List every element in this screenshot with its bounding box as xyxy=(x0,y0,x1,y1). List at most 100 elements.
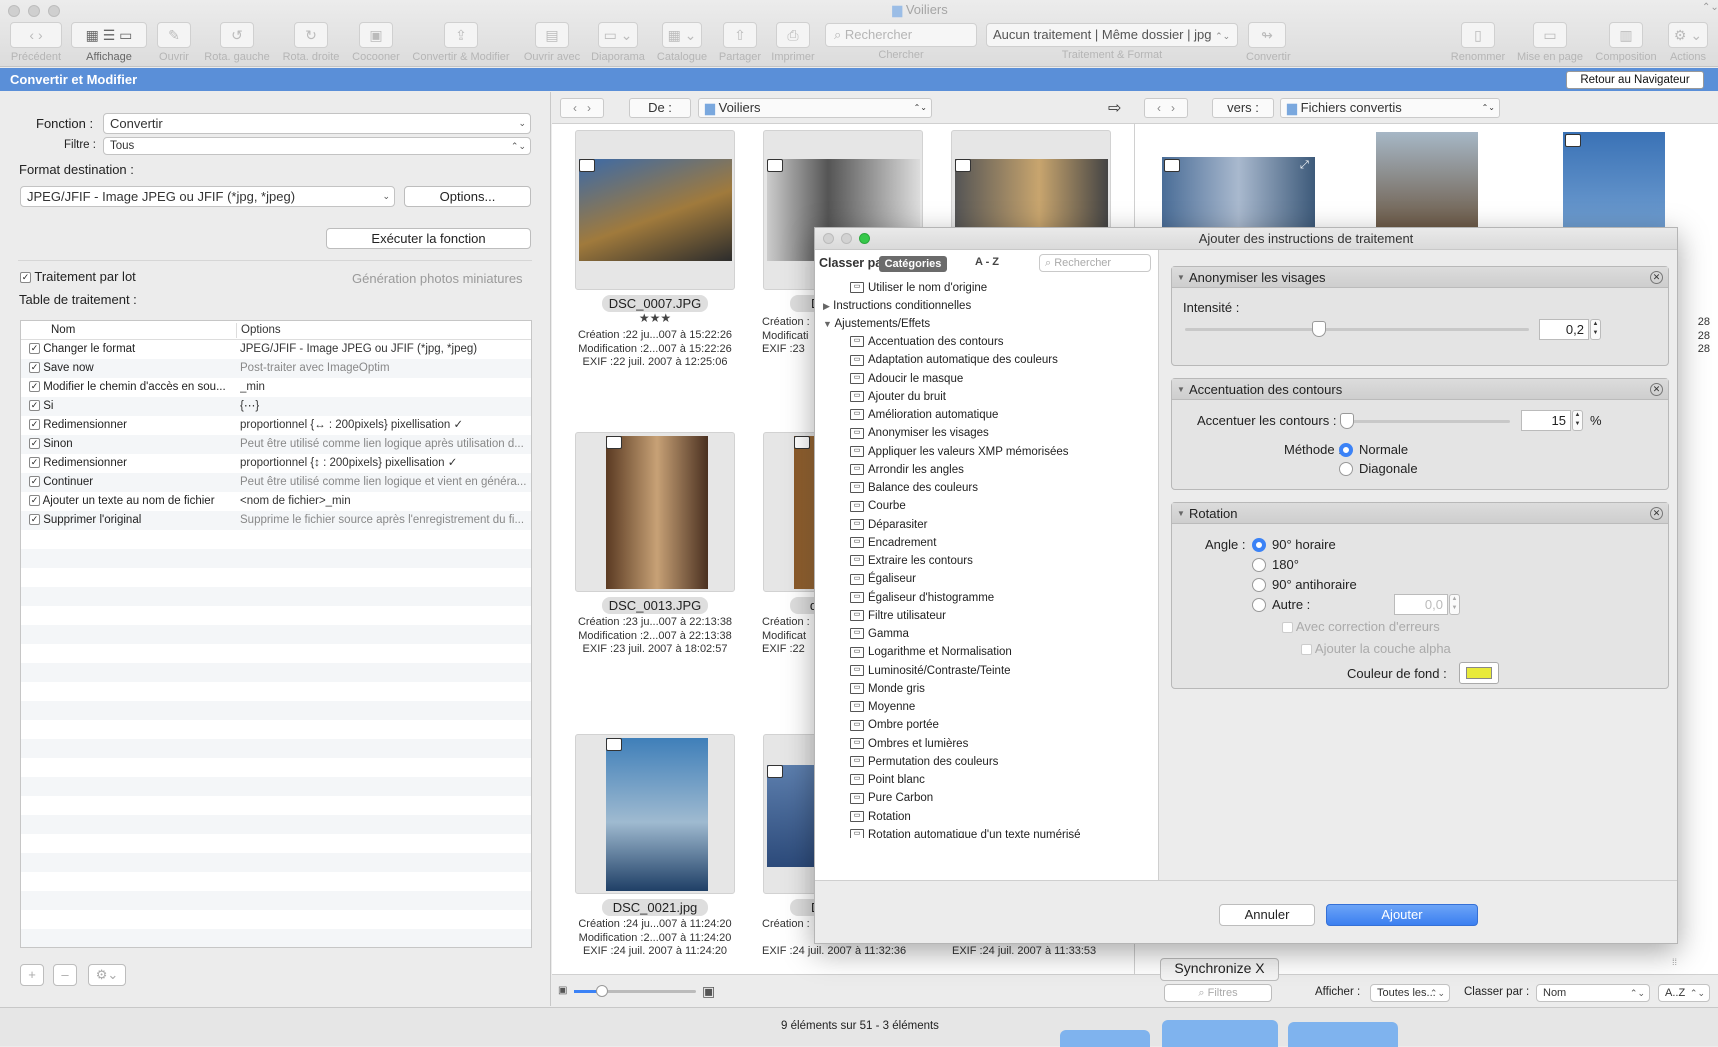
open-button[interactable]: ✎ Ouvrir xyxy=(156,22,192,63)
batch-processing-checkbox[interactable]: ✓ Traitement par lot xyxy=(20,269,136,284)
angle-90-cw-label[interactable]: 90° horaire xyxy=(1272,537,1336,552)
execute-function-button[interactable]: Exécuter la fonction xyxy=(326,228,531,249)
checkbox-checked-icon[interactable]: ✓ xyxy=(29,400,40,412)
background-color-well[interactable] xyxy=(1459,662,1499,684)
list-item[interactable]: ▭ Monde gris xyxy=(815,679,1157,699)
table-row[interactable]: ✓ Sinon Peut être utilisé comme lien logi… xyxy=(21,435,531,454)
checkbox-checked-icon[interactable]: ✓ xyxy=(29,457,40,469)
slideshow-button[interactable]: ▭ ⌄ Diaporama xyxy=(588,22,648,63)
table-actions-button[interactable]: ⚙⌄ xyxy=(88,964,126,986)
dialog-search-input[interactable]: ⌕ Rechercher xyxy=(1039,254,1151,272)
cocoon-button[interactable]: ▣ Cocooner xyxy=(348,22,404,63)
method-normal-radio[interactable] xyxy=(1339,443,1353,457)
list-item[interactable]: ▭ Adaptation automatique des couleurs xyxy=(815,350,1157,370)
collapse-toolbar-icon[interactable]: ⌃⌄ xyxy=(1702,2,1718,13)
angle-90-ccw-label[interactable]: 90° antihoraire xyxy=(1272,577,1357,592)
close-icon[interactable]: ✕ xyxy=(1650,271,1663,284)
list-item[interactable]: ▭ Permutation des couleurs xyxy=(815,752,1157,772)
page-layout-button[interactable]: ▭ Mise en page xyxy=(1512,22,1588,63)
filtre-select[interactable]: Tous ⌃⌄ xyxy=(103,137,531,155)
share-button[interactable]: ⇧ Partager xyxy=(716,22,764,63)
synchronize-button[interactable]: Synchronize X xyxy=(1160,958,1279,981)
angle-other-radio[interactable] xyxy=(1252,598,1266,612)
convert-button[interactable]: ↬ Convertir xyxy=(1246,22,1291,63)
sort-select[interactable]: Nom ⌃⌄ xyxy=(1536,984,1650,1002)
toolbar-search-input[interactable]: ⌕ Rechercher xyxy=(825,23,977,47)
dialog-zoom-button[interactable] xyxy=(859,233,870,244)
folder-icon[interactable] xyxy=(1162,1020,1278,1047)
table-row[interactable]: ✓ Redimensionner proportionnel {↔ : 200pi… xyxy=(21,416,531,435)
stepper-icon[interactable]: ▲ ▼ xyxy=(1572,410,1583,431)
list-item[interactable]: ▭ Égaliseur xyxy=(815,569,1157,589)
dest-photo-image[interactable] xyxy=(1162,157,1315,227)
list-item[interactable]: ▭ Rotation xyxy=(815,807,1157,827)
list-item[interactable]: ▭ Ombres et lumières xyxy=(815,734,1157,754)
list-item[interactable]: ▭ Pure Carbon xyxy=(815,788,1157,808)
file-name[interactable]: DSC_0013.JPG xyxy=(602,597,708,614)
checkbox-checked-icon[interactable]: ✓ xyxy=(29,343,40,355)
thumbnail-card[interactable] xyxy=(575,734,735,894)
thumbnail-card[interactable] xyxy=(575,130,735,290)
folder-icon[interactable] xyxy=(1288,1022,1398,1047)
source-folder-select[interactable]: ▆ Voiliers ⌃⌄ xyxy=(698,98,932,118)
alpha-layer-checkbox[interactable]: Ajouter la couche alpha xyxy=(1301,641,1451,656)
sharpen-slider[interactable] xyxy=(1344,420,1510,423)
table-row[interactable]: ✓ Si {⋯} xyxy=(21,397,531,416)
sharpen-value-field[interactable]: 15 xyxy=(1521,410,1571,431)
list-item[interactable]: ▼ Ajustements/Effets xyxy=(815,314,1157,334)
sharpen-slider-knob[interactable] xyxy=(1340,413,1354,429)
table-row[interactable]: ✓ Continuer Peut être utilisé comme lien … xyxy=(21,473,531,492)
column-header-name[interactable]: Nom xyxy=(43,321,260,340)
list-item[interactable]: ▭ Courbe xyxy=(815,496,1157,516)
copy-to-destination-arrow-icon[interactable]: ⇨ xyxy=(1108,98,1121,118)
tab-a-z[interactable]: A - Z xyxy=(975,256,999,268)
sort-order-select[interactable]: A..Z ⌃⌄ xyxy=(1658,984,1710,1002)
rename-button[interactable]: ▯ Renommer xyxy=(1448,22,1508,63)
show-select[interactable]: Toutes les... ⌃⌄ xyxy=(1370,984,1450,1002)
filter-input[interactable]: ⌕ Filtres xyxy=(1164,984,1272,1002)
table-row[interactable]: ✓ Redimensionner proportionnel {↕ : 200pi… xyxy=(21,454,531,473)
method-normal-label[interactable]: Normale xyxy=(1359,442,1408,457)
angle-other-value-field[interactable]: 0,0 xyxy=(1394,594,1448,615)
list-item[interactable]: ▭ Extraire les contours xyxy=(815,551,1157,571)
checkbox-checked-icon[interactable]: ✓ xyxy=(29,495,40,507)
table-row[interactable]: ✓ Ajouter un texte au nom de fichier <nom… xyxy=(21,492,531,511)
method-diagonal-radio[interactable] xyxy=(1339,462,1353,476)
thumbnail-card[interactable] xyxy=(575,432,735,592)
file-name[interactable]: DSC_0007.JPG xyxy=(602,295,708,312)
folder-icon[interactable] xyxy=(1060,1030,1150,1047)
previous-button[interactable]: ‹ › Précédent xyxy=(8,22,64,63)
file-name[interactable]: DSC_0021.jpg xyxy=(602,899,708,916)
fonction-select[interactable]: Convertir ⌄ xyxy=(103,113,531,134)
table-row[interactable]: ✓ Changer le format JPEG/JFIF - Image JPE… xyxy=(21,340,531,359)
dialog-close-button[interactable] xyxy=(823,233,834,244)
list-item[interactable]: ▭ Gamma xyxy=(815,624,1157,644)
treatment-format-select[interactable]: Aucun traitement | Même dossier | jpg ⌃⌄ xyxy=(986,23,1238,47)
box-header[interactable]: ▼ Anonymiser les visages ✕ xyxy=(1172,267,1668,288)
list-item[interactable]: ▭ Filtre utilisateur xyxy=(815,606,1157,626)
column-header-options[interactable]: Options xyxy=(241,321,531,340)
list-item[interactable]: ▭ Arrondir les angles xyxy=(815,460,1157,480)
source-back-forward[interactable]: ‹ › xyxy=(560,98,604,118)
checkbox-checked-icon[interactable]: ✓ xyxy=(29,514,40,526)
rotate-left-button[interactable]: ↺ Rota. gauche xyxy=(200,22,274,63)
list-item[interactable]: ▭ Ajouter du bruit xyxy=(815,387,1157,407)
close-window-button[interactable] xyxy=(8,5,20,17)
minimize-window-button[interactable] xyxy=(28,5,40,17)
dest-photo-image[interactable] xyxy=(1376,132,1478,227)
format-destination-select[interactable]: JPEG/JFIF - Image JPEG ou JFIF (*jpg, *j… xyxy=(20,186,395,207)
list-item[interactable]: ▭ Amélioration automatique xyxy=(815,405,1157,425)
list-item[interactable]: ▭ Accentuation des contours xyxy=(815,332,1157,352)
error-correction-checkbox[interactable]: Avec correction d'erreurs xyxy=(1282,619,1440,634)
angle-180-label[interactable]: 180° xyxy=(1272,557,1299,572)
add-button[interactable]: Ajouter xyxy=(1326,904,1478,926)
remove-row-button[interactable]: – xyxy=(53,964,77,986)
table-row[interactable]: ✓ Supprimer l'original Supprime le fichie… xyxy=(21,511,531,530)
back-to-browser-button[interactable]: Retour au Navigateur xyxy=(1566,71,1704,89)
checkbox-checked-icon[interactable]: ✓ xyxy=(29,438,40,450)
box-header[interactable]: ▼ Rotation ✕ xyxy=(1172,503,1668,524)
thumbnail-generation-link[interactable]: Génération photos miniatures xyxy=(352,271,523,286)
list-item[interactable]: ▭ Moyenne xyxy=(815,697,1157,717)
actions-button[interactable]: ⚙ ⌄ Actions xyxy=(1664,22,1712,63)
list-item[interactable]: ▭ Luminosité/Contraste/Teinte xyxy=(815,661,1157,681)
